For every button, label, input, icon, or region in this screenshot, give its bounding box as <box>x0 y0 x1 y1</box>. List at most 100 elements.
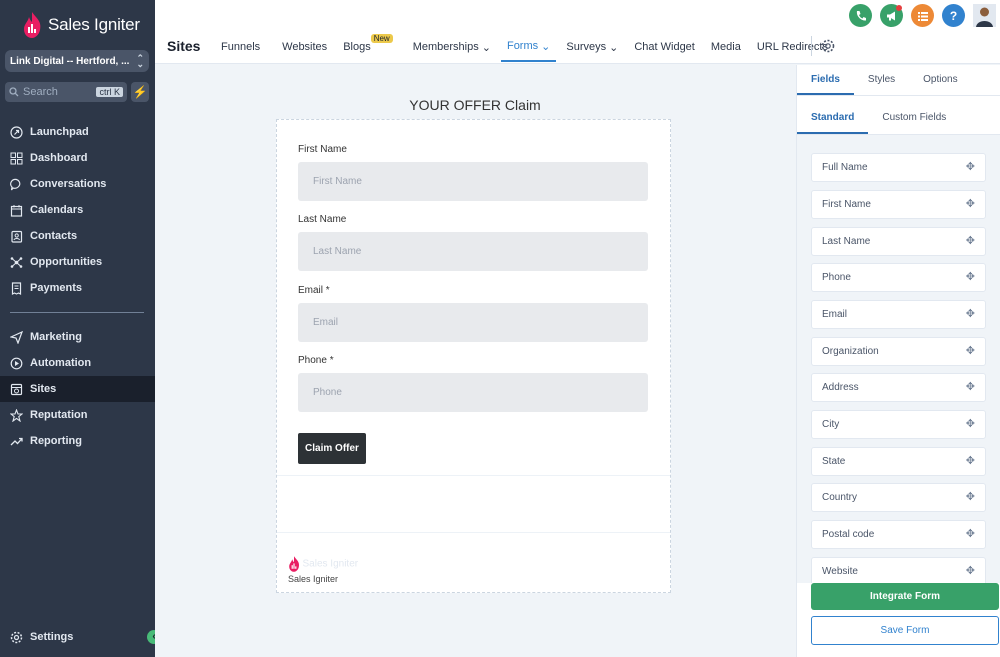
sidebar-item-reputation[interactable]: Reputation <box>0 402 155 428</box>
field-item-label: Website <box>822 566 858 577</box>
tab-custom-fields[interactable]: Custom Fields <box>868 105 960 134</box>
globe-icon <box>10 383 23 395</box>
drag-handle-icon[interactable]: ✥ <box>966 419 975 430</box>
drag-handle-icon[interactable]: ✥ <box>966 309 975 320</box>
last-name-field[interactable]: Last Name <box>298 232 648 271</box>
sidebar-item-launchpad[interactable]: Launchpad <box>0 119 155 145</box>
drag-handle-icon[interactable]: ✥ <box>966 199 975 210</box>
field-label-first-name: First Name <box>298 144 347 155</box>
sites-menu: Funnels Websites Blogs New Memberships ⌄ F… <box>215 34 834 62</box>
sidebar-item-automation[interactable]: Automation <box>0 350 155 376</box>
sidebar-item-calendars[interactable]: Calendars <box>0 197 155 223</box>
tab-options[interactable]: Options <box>909 65 971 95</box>
account-switcher[interactable]: Link Digital -- Hertford, ... ⌃ ⌄ <box>5 50 149 72</box>
form-settings-panel: Fields Styles Options Standard Custom Fi… <box>796 65 1000 657</box>
drag-handle-icon[interactable]: ✥ <box>966 492 975 503</box>
tab-label: Websites <box>282 41 328 53</box>
sidebar-item-dashboard[interactable]: Dashboard <box>0 145 155 171</box>
account-name: Link Digital -- Hertford, ... <box>10 55 130 67</box>
drag-handle-icon[interactable]: ✥ <box>966 162 975 173</box>
email-field[interactable]: Email <box>298 303 648 342</box>
field-item-label: Organization <box>822 346 879 357</box>
sidebar-item-marketing[interactable]: Marketing <box>0 324 155 350</box>
list-icon[interactable] <box>911 4 934 27</box>
field-item-country[interactable]: Country ✥ <box>811 483 986 512</box>
avatar[interactable] <box>973 4 996 27</box>
tab-standard[interactable]: Standard <box>797 105 869 134</box>
grid-icon <box>10 152 23 164</box>
save-form-button[interactable]: Save Form <box>811 616 999 645</box>
menu-divider <box>811 36 812 56</box>
tab-forms[interactable]: Forms ⌄ <box>500 40 557 62</box>
field-item-postal-code[interactable]: Postal code ✥ <box>811 520 986 549</box>
sidebar-item-label: Calendars <box>30 204 84 216</box>
tab-chat-widget[interactable]: Chat Widget <box>628 40 701 62</box>
quick-action-bolt-icon[interactable]: ⚡ <box>131 82 149 102</box>
field-label-email: Email * <box>298 285 330 296</box>
field-item-email[interactable]: Email ✥ <box>811 300 986 329</box>
search-input[interactable]: Search ctrl K <box>5 82 127 102</box>
drag-handle-icon[interactable]: ✥ <box>966 456 975 467</box>
drag-handle-icon[interactable]: ✥ <box>966 272 975 283</box>
help-icon[interactable]: ? <box>942 4 965 27</box>
drag-handle-icon[interactable]: ✥ <box>966 529 975 540</box>
star-icon <box>10 408 23 422</box>
drag-handle-icon[interactable]: ✥ <box>966 382 975 393</box>
tab-websites[interactable]: Websites <box>276 40 333 62</box>
flame-logo-icon <box>24 12 41 38</box>
sidebar-item-reporting[interactable]: Reporting <box>0 428 155 454</box>
tab-memberships[interactable]: Memberships ⌄ <box>407 40 497 62</box>
field-item-last-name[interactable]: Last Name ✥ <box>811 227 986 256</box>
tab-funnels[interactable]: Funnels <box>215 40 266 62</box>
sidebar-item-payments[interactable]: Payments <box>0 275 155 301</box>
sidebar-item-conversations[interactable]: Conversations <box>0 171 155 197</box>
field-item-first-name[interactable]: First Name ✥ <box>811 190 986 219</box>
phone-field[interactable]: Phone <box>298 373 648 412</box>
form-preview: First Name First Name Last Name Last Nam… <box>276 119 671 593</box>
gear-icon[interactable] <box>821 39 835 53</box>
claim-offer-button[interactable]: Claim Offer <box>298 433 366 464</box>
tab-media[interactable]: Media <box>705 40 747 62</box>
field-item-organization[interactable]: Organization ✥ <box>811 337 986 366</box>
tab-surveys[interactable]: Surveys ⌄ <box>560 40 624 62</box>
sidebar-item-label: Marketing <box>30 331 82 343</box>
tab-styles[interactable]: Styles <box>854 65 909 95</box>
sidebar-item-opportunities[interactable]: Opportunities <box>0 249 155 275</box>
form-section-divider <box>277 532 670 533</box>
integrate-form-button[interactable]: Integrate Form <box>811 583 999 610</box>
field-item-label: First Name <box>822 199 871 210</box>
send-icon <box>10 330 23 344</box>
gear-icon <box>10 631 23 643</box>
chat-icon <box>10 178 21 190</box>
tab-label: Blogs <box>343 41 371 53</box>
drag-handle-icon[interactable]: ✥ <box>966 236 975 247</box>
sidebar-item-label: Sites <box>30 383 57 395</box>
tab-blogs[interactable]: Blogs New <box>337 34 393 62</box>
brand-logo[interactable]: Sales Igniter <box>22 12 140 38</box>
receipt-icon <box>11 281 22 295</box>
form-title[interactable]: YOUR OFFER Claim <box>155 97 795 113</box>
sidebar-item-label: Automation <box>30 357 92 369</box>
tab-label: Forms <box>506 40 539 52</box>
megaphone-icon[interactable] <box>880 4 903 27</box>
field-item-phone[interactable]: Phone ✥ <box>811 263 986 292</box>
sidebar-item-sites[interactable]: Sites <box>0 376 155 402</box>
field-label-last-name: Last Name <box>298 214 347 225</box>
tab-label: URL Redirects <box>756 41 828 53</box>
tab-fields[interactable]: Fields <box>797 65 854 95</box>
tab-label: Memberships <box>412 41 479 53</box>
field-item-website[interactable]: Website ✥ <box>811 557 986 583</box>
field-item-city[interactable]: City ✥ <box>811 410 986 439</box>
field-item-state[interactable]: State ✥ <box>811 447 986 476</box>
first-name-field[interactable]: First Name <box>298 162 648 201</box>
sidebar-item-contacts[interactable]: Contacts <box>0 223 155 249</box>
sidebar-item-settings[interactable]: Settings <box>0 624 155 650</box>
drag-handle-icon[interactable]: ✥ <box>966 566 975 577</box>
field-item-full-name[interactable]: Full Name ✥ <box>811 153 986 182</box>
contacts-icon <box>11 230 23 243</box>
panel-tabs: Fields Styles Options <box>797 65 1000 96</box>
drag-handle-icon[interactable]: ✥ <box>966 346 975 357</box>
form-footer-branding: Sales Igniter Sales Igniter <box>288 556 358 584</box>
phone-icon[interactable] <box>849 4 872 27</box>
field-item-address[interactable]: Address ✥ <box>811 373 986 402</box>
